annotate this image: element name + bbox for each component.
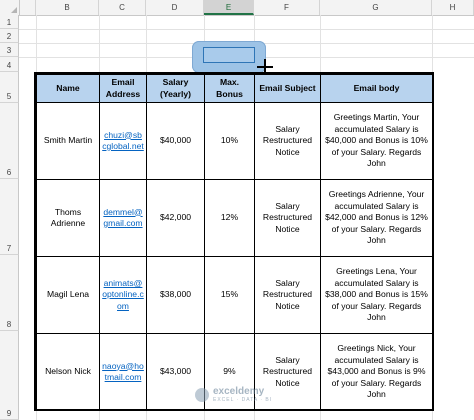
- body-cell[interactable]: Greetings Nick, Your accumulated Salary …: [320, 333, 433, 411]
- body-cell[interactable]: Greetings Martin, Your accumulated Salar…: [320, 102, 433, 180]
- header-email-address[interactable]: Email Address: [99, 74, 147, 103]
- header-salary[interactable]: Salary (Yearly): [146, 74, 205, 103]
- body-cell[interactable]: Greetings Adrienne, Your accumulated Sal…: [320, 179, 433, 257]
- name-cell[interactable]: Thoms Adrienne: [36, 179, 100, 257]
- row-header-3[interactable]: 3: [0, 43, 19, 57]
- watermark-brand: exceldemy: [213, 386, 265, 397]
- gridline: [19, 29, 474, 30]
- name-cell[interactable]: Magil Lena: [36, 256, 100, 334]
- header-email-body[interactable]: Email body: [320, 74, 433, 103]
- email-data-table: Name Email Address Salary (Yearly) Max. …: [36, 74, 433, 411]
- header-name[interactable]: Name: [36, 74, 100, 103]
- row-header-8[interactable]: 8: [0, 255, 19, 331]
- email-link[interactable]: animats@optonline.com: [102, 278, 144, 311]
- column-header-a-partial[interactable]: [19, 0, 36, 15]
- subject-cell[interactable]: Salary Restructured Notice: [254, 179, 321, 257]
- email-cell[interactable]: demmel@gmail.com: [99, 179, 147, 257]
- table-header-row: Name Email Address Salary (Yearly) Max. …: [36, 74, 433, 103]
- select-all-corner[interactable]: [0, 0, 20, 15]
- column-header-c[interactable]: C: [99, 0, 146, 15]
- subject-cell[interactable]: Salary Restructured Notice: [254, 256, 321, 334]
- row-header-1[interactable]: 1: [0, 15, 19, 29]
- column-header-e[interactable]: E: [204, 0, 254, 15]
- column-header-f[interactable]: F: [254, 0, 320, 15]
- column-header-h[interactable]: H: [432, 0, 474, 15]
- email-link[interactable]: chuzi@sbcglobal.net: [102, 130, 144, 152]
- email-link[interactable]: naoya@hotmail.com: [102, 361, 144, 383]
- salary-cell[interactable]: $42,000: [146, 179, 205, 257]
- row-header-5[interactable]: 5: [0, 72, 19, 103]
- email-cell[interactable]: naoya@hotmail.com: [99, 333, 147, 411]
- header-max-bonus[interactable]: Max. Bonus: [204, 74, 255, 103]
- subject-cell[interactable]: Salary Restructured Notice: [254, 102, 321, 180]
- row-header-9[interactable]: 9: [0, 331, 19, 420]
- name-cell[interactable]: Smith Martin: [36, 102, 100, 180]
- rounded-rectangle-shape[interactable]: [192, 41, 266, 73]
- email-link[interactable]: demmel@gmail.com: [103, 207, 142, 229]
- column-header-g[interactable]: G: [320, 0, 432, 15]
- column-header-b[interactable]: B: [36, 0, 99, 15]
- email-cell[interactable]: chuzi@sbcglobal.net: [99, 102, 147, 180]
- salary-cell[interactable]: $40,000: [146, 102, 205, 180]
- row-header-4[interactable]: 4: [0, 57, 19, 72]
- name-cell[interactable]: Nelson Nick: [36, 333, 100, 411]
- selected-cell-outline: [203, 47, 255, 63]
- bonus-cell[interactable]: 15%: [204, 256, 255, 334]
- column-header-bar: B C D E F G H: [0, 0, 474, 16]
- row-header-2[interactable]: 2: [0, 29, 19, 43]
- exceldemy-logo-icon: [195, 388, 209, 402]
- row-header-6[interactable]: 6: [0, 103, 19, 179]
- bonus-cell[interactable]: 10%: [204, 102, 255, 180]
- salary-cell[interactable]: $38,000: [146, 256, 205, 334]
- row-header-7[interactable]: 7: [0, 179, 19, 255]
- body-cell[interactable]: Greetings Lena, Your accumulated Salary …: [320, 256, 433, 334]
- table-row: Magil Lena animats@optonline.com $38,000…: [36, 256, 433, 334]
- email-cell[interactable]: animats@optonline.com: [99, 256, 147, 334]
- spreadsheet: B C D E F G H 1 2 3 4 5 6 7 8 9 Name Ema…: [0, 0, 474, 420]
- crosshair-cursor-icon: [257, 59, 273, 75]
- table-row: Smith Martin chuzi@sbcglobal.net $40,000…: [36, 102, 433, 180]
- bonus-cell[interactable]: 12%: [204, 179, 255, 257]
- header-email-subject[interactable]: Email Subject: [254, 74, 321, 103]
- watermark: exceldemy EXCEL · DATA · BI: [195, 387, 272, 403]
- table-row: Thoms Adrienne demmel@gmail.com $42,000 …: [36, 179, 433, 257]
- column-header-d[interactable]: D: [146, 0, 204, 15]
- watermark-tagline: EXCEL · DATA · BI: [213, 397, 273, 403]
